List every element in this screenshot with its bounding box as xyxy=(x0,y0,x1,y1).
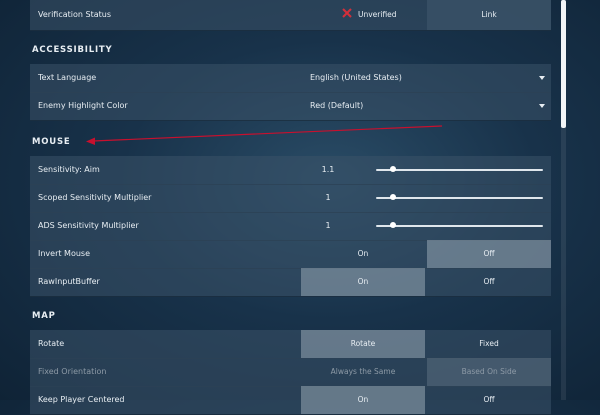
sensitivity-aim-slider[interactable] xyxy=(376,166,543,172)
scoped-multiplier-slider[interactable] xyxy=(376,194,543,200)
chevron-down-icon xyxy=(539,76,545,80)
chevron-down-icon xyxy=(539,104,545,108)
fixed-orientation-label: Fixed Orientation xyxy=(38,367,107,376)
scrollbar[interactable] xyxy=(561,0,566,400)
always-the-same-option[interactable]: Always the Same xyxy=(301,358,425,386)
scrollbar-thumb[interactable] xyxy=(561,0,566,128)
verification-status-row: Verification Status Unverified Link xyxy=(30,0,551,31)
verification-status-label: Verification Status xyxy=(38,10,111,19)
text-language-label: Text Language xyxy=(38,73,97,82)
raw-input-buffer-off-option[interactable]: Off xyxy=(427,268,551,296)
sensitivity-aim-value[interactable]: 1.1 xyxy=(315,156,341,184)
ads-multiplier-slider[interactable] xyxy=(376,222,543,228)
ads-multiplier-label: ADS Sensitivity Multiplier xyxy=(38,221,139,230)
scoped-multiplier-row: Scoped Sensitivity Multiplier 1 xyxy=(30,184,551,213)
keep-player-centered-row: Keep Player Centered On Off xyxy=(30,386,551,415)
scoped-multiplier-value[interactable]: 1 xyxy=(315,184,341,212)
slider-handle[interactable] xyxy=(389,166,396,172)
raw-input-buffer-on-option[interactable]: On xyxy=(301,268,425,296)
invert-mouse-label: Invert Mouse xyxy=(38,249,91,258)
fixed-option[interactable]: Fixed xyxy=(427,330,551,358)
raw-input-buffer-label: RawInputBuffer xyxy=(38,277,100,286)
ads-multiplier-row: ADS Sensitivity Multiplier 1 xyxy=(30,212,551,241)
unverified-x-icon xyxy=(342,8,352,18)
section-title-accessibility: ACCESSIBILITY xyxy=(32,45,113,55)
enemy-highlight-dropdown[interactable]: Red (Default) xyxy=(308,94,551,118)
rotate-label: Rotate xyxy=(38,339,65,348)
slider-handle[interactable] xyxy=(389,194,396,200)
invert-mouse-row: Invert Mouse On Off xyxy=(30,240,551,269)
based-on-side-option[interactable]: Based On Side xyxy=(427,358,551,386)
ads-multiplier-value[interactable]: 1 xyxy=(315,212,341,240)
text-language-value: English (United States) xyxy=(310,73,402,82)
raw-input-buffer-row: RawInputBuffer On Off xyxy=(30,268,551,297)
keep-player-centered-label: Keep Player Centered xyxy=(38,395,125,404)
section-title-map: MAP xyxy=(32,311,56,321)
enemy-highlight-label: Enemy Highlight Color xyxy=(38,101,128,110)
enemy-highlight-row: Enemy Highlight Color Red (Default) xyxy=(30,92,551,121)
sensitivity-aim-row: Sensitivity: Aim 1.1 xyxy=(30,156,551,185)
keep-player-centered-off-option[interactable]: Off xyxy=(427,386,551,414)
enemy-highlight-value: Red (Default) xyxy=(310,101,364,110)
settings-panel: Verification Status Unverified Link ACCE… xyxy=(30,0,551,415)
slider-handle[interactable] xyxy=(389,222,396,228)
text-language-dropdown[interactable]: English (United States) xyxy=(308,66,551,90)
invert-mouse-on-option[interactable]: On xyxy=(301,240,425,268)
scoped-multiplier-label: Scoped Sensitivity Multiplier xyxy=(38,193,152,202)
verification-status-value: Unverified xyxy=(358,10,397,19)
text-language-row: Text Language English (United States) xyxy=(30,64,551,93)
rotate-row: Rotate Rotate Fixed xyxy=(30,330,551,359)
rotate-option[interactable]: Rotate xyxy=(301,330,425,358)
link-button[interactable]: Link xyxy=(427,0,551,30)
invert-mouse-off-option[interactable]: Off xyxy=(427,240,551,268)
fixed-orientation-row: Fixed Orientation Always the Same Based … xyxy=(30,358,551,387)
section-title-mouse: MOUSE xyxy=(32,137,71,147)
sensitivity-aim-label: Sensitivity: Aim xyxy=(38,165,100,174)
keep-player-centered-on-option[interactable]: On xyxy=(301,386,425,414)
